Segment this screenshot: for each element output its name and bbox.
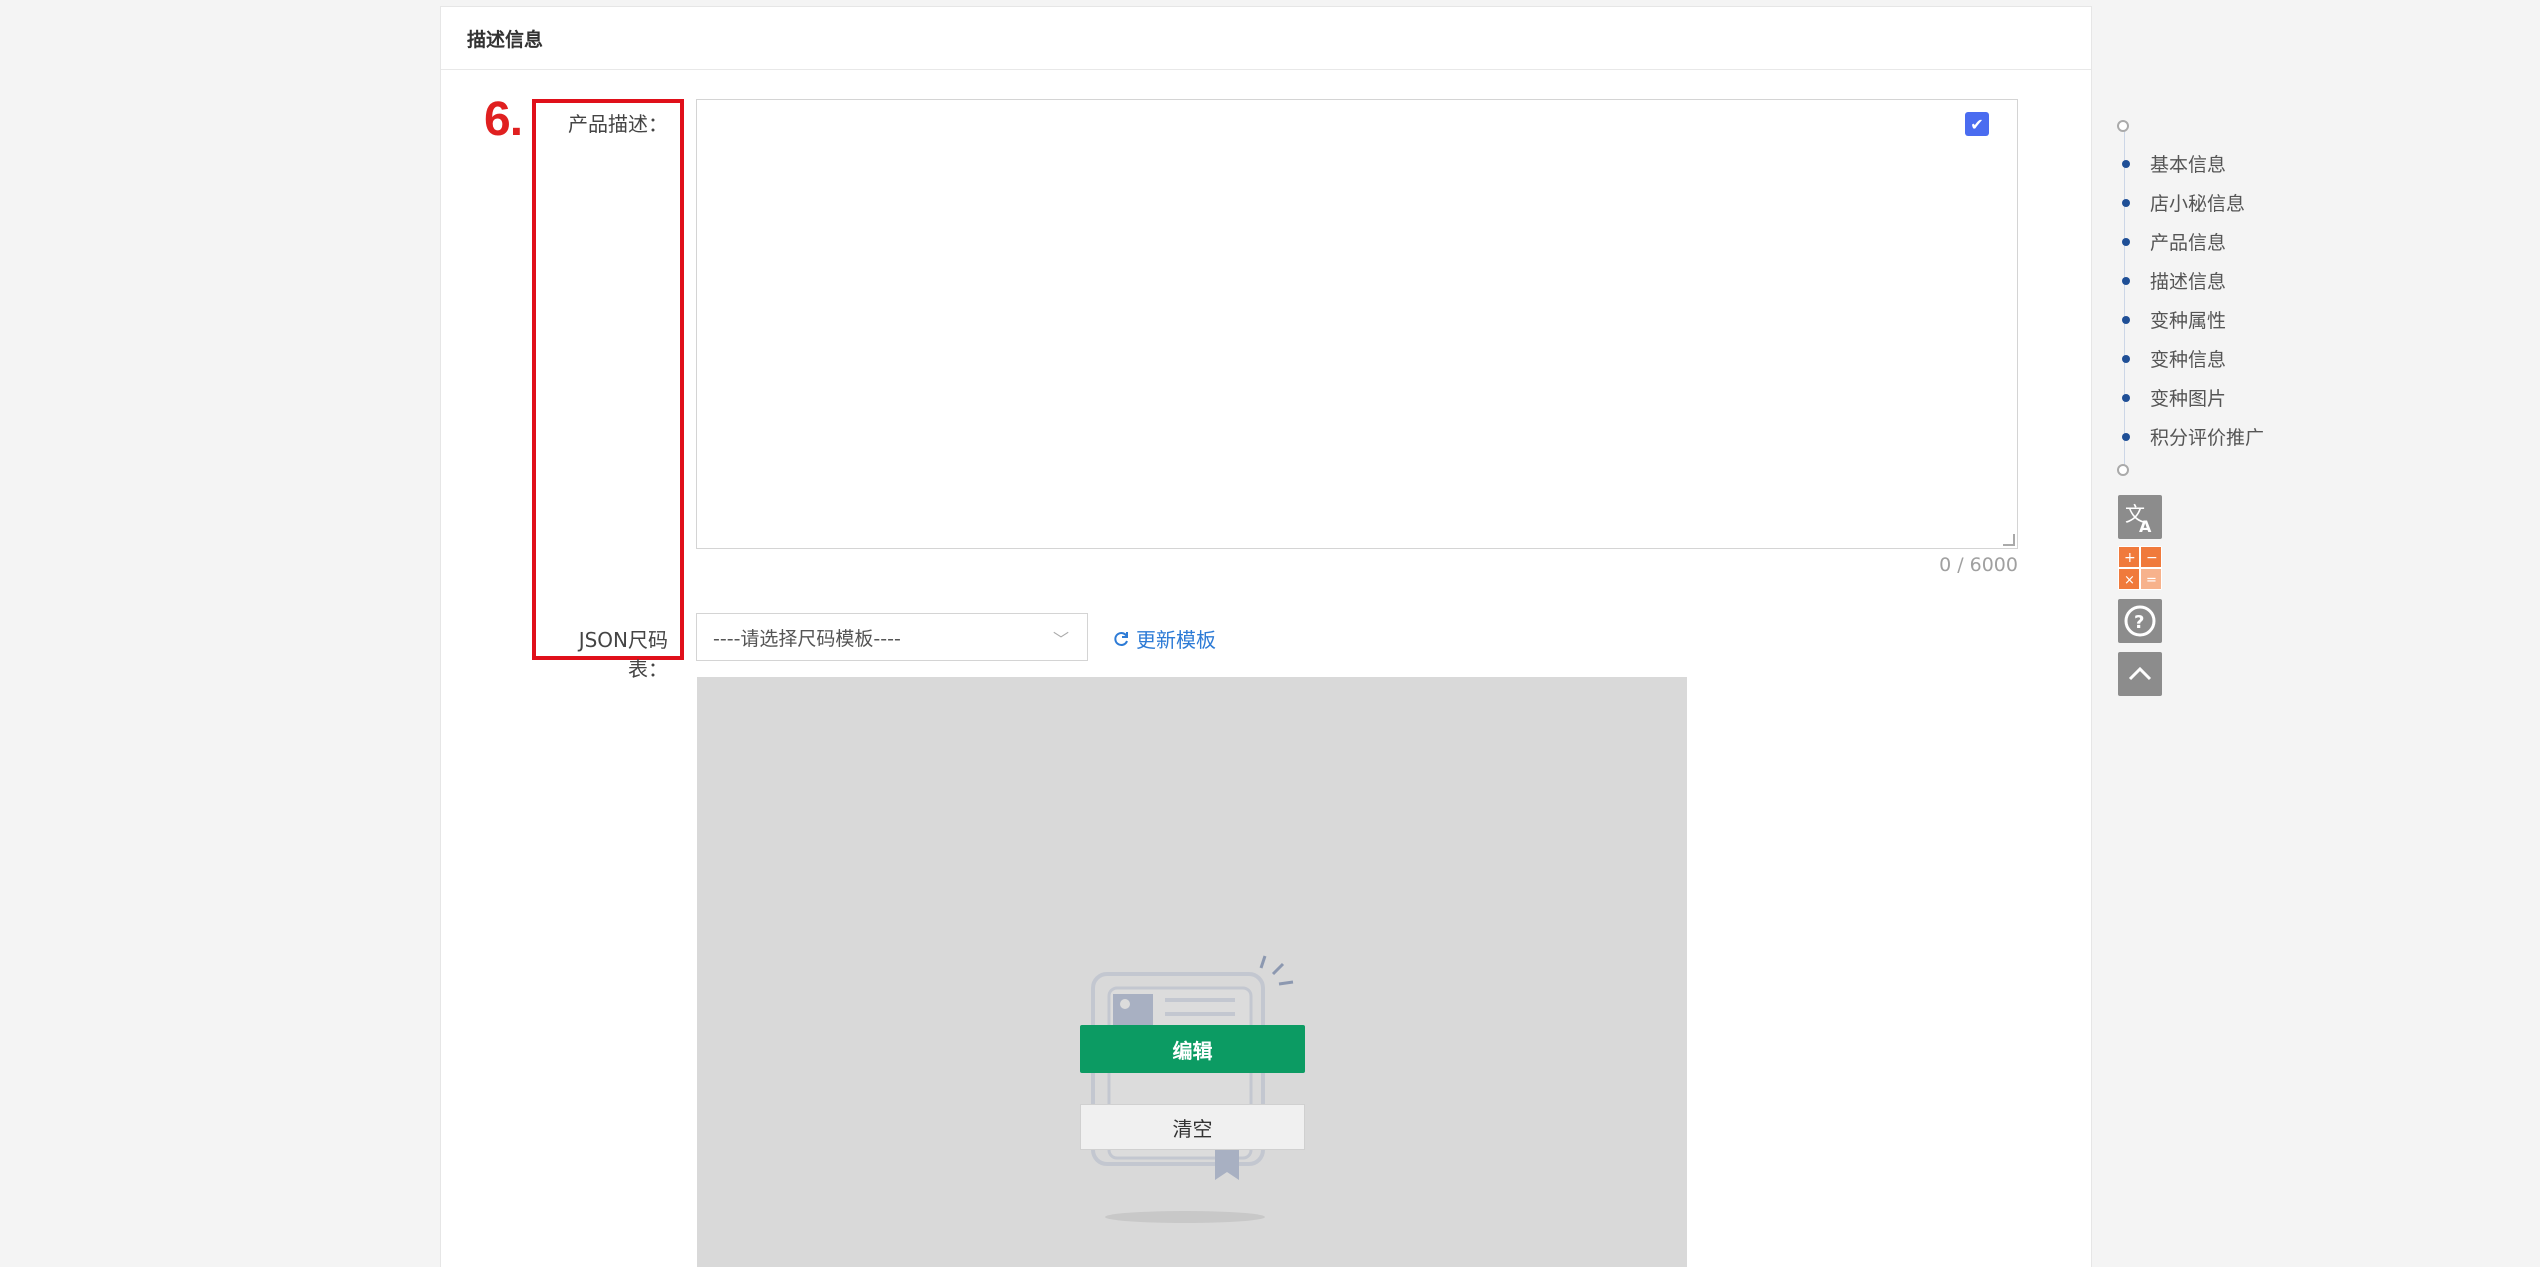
select-placeholder: ----请选择尺码模板---- [713, 627, 901, 650]
step-number-annotation: 6. [484, 93, 523, 146]
svg-text:A: A [2139, 517, 2152, 535]
nav-item-variant-attributes[interactable]: 变种属性 [2122, 306, 2226, 333]
back-to-top-button[interactable] [2118, 652, 2162, 696]
nav-dot [2122, 276, 2130, 285]
refresh-template-label: 更新模板 [1136, 628, 1216, 652]
svg-text:×: × [2124, 573, 2135, 588]
nav-dot [2122, 315, 2130, 324]
nav-item-description-info[interactable]: 描述信息 [2122, 267, 2226, 294]
refresh-template-link[interactable]: 更新模板 [1112, 624, 1216, 653]
nav-item-label: 变种属性 [2150, 310, 2227, 332]
nav-item-label: 店小秘信息 [2150, 193, 2246, 215]
nav-item-variant-info[interactable]: 变种信息 [2122, 345, 2226, 372]
nav-item-points-promotion[interactable]: 积分评价推广 [2122, 423, 2264, 450]
clear-button[interactable]: 清空 [1080, 1104, 1305, 1150]
chevron-down-icon: ﹀ [1052, 630, 1069, 649]
nav-dot [2122, 198, 2130, 207]
nav-item-label: 变种信息 [2150, 349, 2227, 371]
editor-plugin-icon[interactable]: ✔ [1965, 112, 1989, 136]
svg-text:+: + [2124, 550, 2136, 566]
nav-dot [2122, 237, 2130, 246]
resize-handle[interactable] [2003, 534, 2015, 546]
section-title: 描述信息 [441, 7, 2091, 70]
nav-item-label: 变种图片 [2150, 388, 2227, 410]
translate-button[interactable]: 文 A [2118, 495, 2162, 539]
highlight-box [532, 99, 684, 660]
nav-item-shop-info[interactable]: 店小秘信息 [2122, 189, 2245, 216]
help-button[interactable]: ? [2118, 599, 2162, 643]
product-description-textarea[interactable]: ✔ [696, 99, 2018, 549]
nav-dot [2122, 393, 2130, 402]
json-size-chart-label: JSON尺码表： [578, 628, 668, 681]
nav-item-label: 产品信息 [2150, 232, 2227, 254]
nav-item-label: 描述信息 [2150, 271, 2227, 293]
nav-item-basic-info[interactable]: 基本信息 [2122, 150, 2226, 177]
nav-item-variant-images[interactable]: 变种图片 [2122, 384, 2226, 411]
back-to-top-icon [2128, 666, 2152, 681]
nav-dot [2122, 354, 2130, 363]
svg-text:=: = [2146, 573, 2157, 588]
nav-end-node [2117, 464, 2129, 476]
nav-item-label: 基本信息 [2150, 154, 2227, 176]
nav-start-node [2117, 120, 2129, 132]
calculator-icon: + − × = [2119, 547, 2161, 589]
help-icon: ? [2124, 605, 2156, 637]
nav-item-product-info[interactable]: 产品信息 [2122, 228, 2226, 255]
nav-dot [2122, 432, 2130, 441]
nav-track [2124, 130, 2125, 470]
translate-icon: 文 A [2125, 502, 2152, 535]
char-counter: 0 / 6000 [1939, 554, 2018, 576]
size-template-select[interactable]: ----请选择尺码模板---- ﹀ [696, 613, 1088, 661]
nav-dot [2122, 159, 2130, 168]
edit-button[interactable]: 编辑 [1080, 1025, 1305, 1073]
empty-document-illustration [1091, 955, 1294, 1223]
product-description-label: 产品描述： [568, 112, 668, 136]
svg-text:?: ? [2134, 612, 2144, 633]
calculator-button[interactable]: + − × = [2118, 546, 2162, 590]
refresh-icon [1114, 631, 1128, 646]
svg-text:−: − [2146, 550, 2158, 566]
nav-item-label: 积分评价推广 [2150, 427, 2265, 449]
